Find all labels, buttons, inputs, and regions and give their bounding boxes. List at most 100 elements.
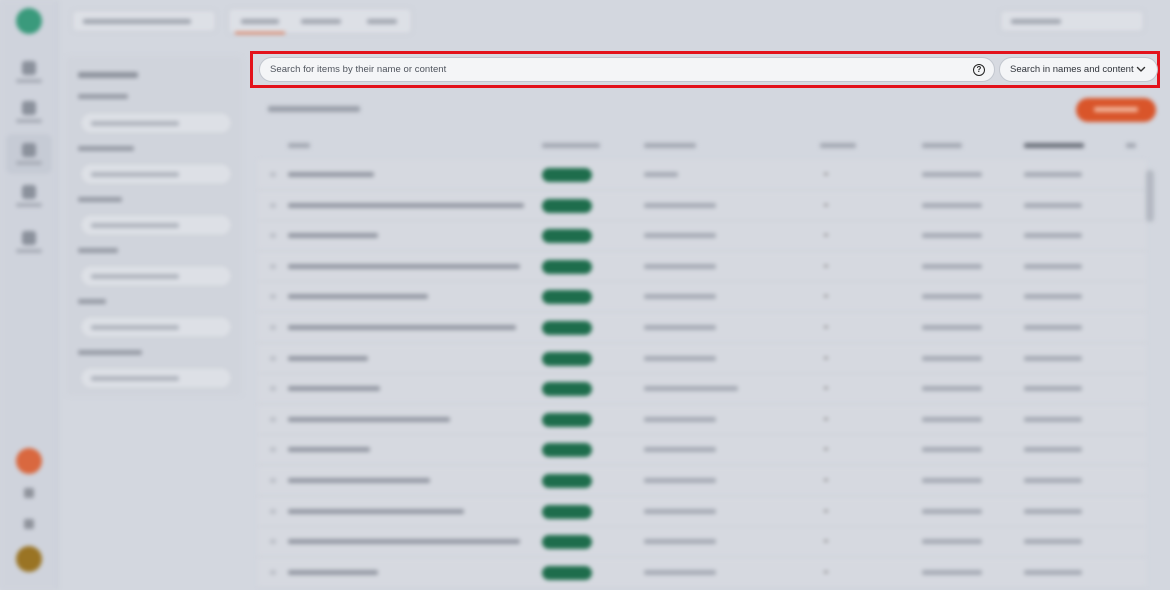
row-version bbox=[824, 326, 828, 328]
col-name[interactable] bbox=[288, 143, 310, 148]
breadcrumb bbox=[268, 106, 360, 112]
filters-panel bbox=[66, 56, 242, 396]
nav-item-2[interactable] bbox=[6, 92, 52, 132]
top-tabs bbox=[228, 8, 412, 34]
user-avatar[interactable] bbox=[16, 546, 42, 572]
row-version bbox=[824, 234, 828, 237]
table-row[interactable] bbox=[258, 343, 1146, 374]
row-checkbox[interactable] bbox=[270, 294, 276, 300]
row-created bbox=[922, 355, 982, 361]
row-checkbox[interactable] bbox=[270, 386, 276, 392]
table-row[interactable] bbox=[258, 374, 1146, 405]
row-checkbox[interactable] bbox=[270, 202, 276, 208]
nav-item-4[interactable] bbox=[6, 176, 52, 216]
row-type bbox=[644, 325, 716, 330]
row-checkbox[interactable] bbox=[270, 508, 276, 514]
workspace-select[interactable] bbox=[72, 10, 216, 32]
list-scrollbar[interactable] bbox=[1146, 170, 1154, 222]
help-circle-icon[interactable]: ? bbox=[973, 64, 985, 76]
filter-select-1[interactable] bbox=[80, 112, 232, 134]
row-checkbox[interactable] bbox=[270, 355, 276, 361]
row-type bbox=[644, 233, 716, 239]
row-version bbox=[824, 479, 828, 481]
row-checkbox[interactable] bbox=[270, 569, 276, 575]
table-row[interactable] bbox=[258, 313, 1146, 343]
row-name bbox=[288, 569, 378, 575]
row-last-modified bbox=[1024, 263, 1082, 269]
table-row[interactable] bbox=[258, 282, 1146, 313]
column-settings-icon[interactable] bbox=[1126, 143, 1136, 148]
row-type bbox=[644, 539, 716, 545]
table-row[interactable] bbox=[258, 221, 1146, 252]
row-version bbox=[824, 448, 828, 451]
tab-1[interactable] bbox=[241, 19, 279, 24]
search-placeholder: Search for items by their name or conten… bbox=[270, 64, 447, 75]
row-checkbox[interactable] bbox=[270, 233, 276, 239]
top-search-box[interactable] bbox=[1000, 10, 1144, 32]
notification-badge[interactable] bbox=[16, 448, 42, 474]
nav-item-3-active[interactable] bbox=[6, 134, 52, 174]
nav-item-1[interactable] bbox=[6, 52, 52, 92]
col-type[interactable] bbox=[644, 143, 696, 148]
table-row[interactable] bbox=[258, 557, 1146, 588]
status-badge bbox=[542, 259, 592, 274]
row-name bbox=[288, 202, 524, 208]
col-created[interactable] bbox=[922, 143, 962, 148]
row-created bbox=[922, 508, 982, 514]
app-logo[interactable] bbox=[16, 8, 42, 34]
tab-2[interactable] bbox=[301, 19, 341, 24]
row-last-modified bbox=[1024, 478, 1082, 483]
row-created bbox=[922, 263, 982, 269]
row-last-modified bbox=[1024, 172, 1082, 177]
row-checkbox[interactable] bbox=[270, 172, 276, 177]
nav-icon bbox=[22, 101, 36, 115]
row-checkbox[interactable] bbox=[270, 447, 276, 453]
items-list-area bbox=[258, 94, 1170, 590]
row-type bbox=[644, 447, 716, 453]
tab-3[interactable] bbox=[367, 19, 397, 24]
col-last-modified[interactable] bbox=[1024, 143, 1084, 148]
row-version bbox=[824, 540, 828, 543]
search-mode-value: Search in names and content bbox=[1010, 64, 1134, 75]
status-badge bbox=[542, 443, 592, 458]
col-version[interactable] bbox=[820, 143, 856, 148]
filter-select-5[interactable] bbox=[80, 316, 232, 338]
status-badge bbox=[542, 229, 592, 244]
table-row[interactable] bbox=[258, 527, 1146, 558]
active-tab-underline bbox=[235, 32, 285, 34]
create-item-button[interactable] bbox=[1076, 98, 1156, 122]
table-row[interactable] bbox=[258, 466, 1146, 496]
row-last-modified bbox=[1024, 416, 1082, 422]
filter-select-6[interactable] bbox=[80, 367, 232, 389]
row-type bbox=[644, 294, 716, 300]
row-type bbox=[644, 172, 678, 177]
row-checkbox[interactable] bbox=[270, 416, 276, 422]
row-last-modified bbox=[1024, 233, 1082, 239]
row-checkbox[interactable] bbox=[270, 478, 276, 483]
filter-select-2[interactable] bbox=[80, 163, 232, 185]
search-mode-select[interactable]: Search in names and content bbox=[999, 57, 1158, 82]
search-input[interactable]: Search for items by their name or conten… bbox=[259, 57, 995, 82]
col-status[interactable] bbox=[542, 143, 600, 148]
row-name bbox=[288, 355, 368, 361]
row-checkbox[interactable] bbox=[270, 325, 276, 330]
row-name bbox=[288, 447, 370, 453]
table-row[interactable] bbox=[258, 496, 1146, 527]
status-badge bbox=[542, 198, 592, 213]
filter-select-3[interactable] bbox=[80, 214, 232, 236]
row-checkbox[interactable] bbox=[270, 539, 276, 545]
table-row[interactable] bbox=[258, 435, 1146, 466]
nav-item-5[interactable] bbox=[6, 222, 52, 262]
row-last-modified bbox=[1024, 508, 1082, 514]
row-created bbox=[922, 202, 982, 208]
table-row[interactable] bbox=[258, 190, 1146, 221]
filter-select-4[interactable] bbox=[80, 265, 232, 287]
row-checkbox[interactable] bbox=[270, 263, 276, 269]
table-row[interactable] bbox=[258, 404, 1146, 435]
settings-icon[interactable] bbox=[24, 519, 34, 529]
table-row[interactable] bbox=[258, 160, 1146, 190]
rocket-icon[interactable] bbox=[24, 488, 34, 498]
row-created bbox=[922, 294, 982, 300]
row-version bbox=[824, 173, 828, 175]
table-row[interactable] bbox=[258, 251, 1146, 282]
